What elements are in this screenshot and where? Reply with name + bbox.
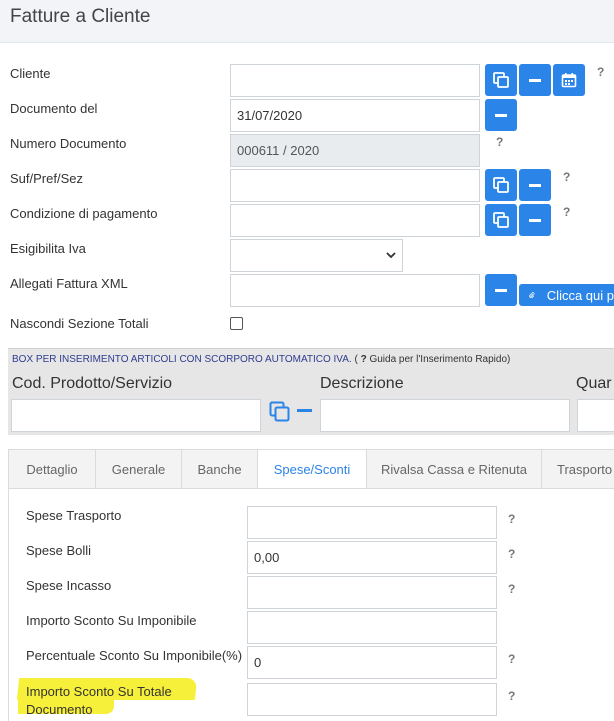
tab-banche[interactable]: Banche	[181, 449, 257, 489]
cliente-remove-button[interactable]	[519, 64, 551, 96]
percentuale-sconto-imponibile-input[interactable]: 0	[247, 646, 497, 679]
condizione-pagamento-label: Condizione di pagamento	[10, 206, 158, 221]
copy-icon	[493, 72, 509, 88]
condizione-pagamento-help-icon[interactable]: ?	[563, 205, 570, 219]
minus-icon	[529, 78, 541, 82]
tab-generale[interactable]: Generale	[95, 449, 181, 489]
spese-trasporto-input[interactable]	[247, 506, 497, 539]
spese-bolli-label: Spese Bolli	[26, 543, 92, 558]
condizione-pagamento-remove-button[interactable]	[519, 204, 551, 236]
tab-trasporto[interactable]: Trasporto	[541, 449, 614, 489]
suf-pref-sez-help-icon[interactable]: ?	[563, 170, 570, 184]
minus-icon	[529, 183, 541, 187]
importo-sconto-imponibile-input[interactable]	[247, 611, 497, 644]
allegati-xml-input[interactable]	[230, 274, 480, 307]
esigibilita-iva-select[interactable]	[230, 239, 403, 272]
quick-entry-box: BOX PER INSERIMENTO ARTICOLI CON SCORPOR…	[8, 348, 614, 435]
documento-del-remove-button[interactable]	[485, 99, 517, 131]
importo-sconto-totale-help-icon[interactable]: ?	[508, 689, 515, 703]
allegati-xml-remove-button[interactable]	[485, 274, 517, 306]
copy-icon	[493, 177, 509, 193]
spese-incasso-label: Spese Incasso	[26, 578, 112, 593]
documento-del-input[interactable]: 31/07/2020	[230, 99, 480, 132]
quick-entry-title-text: BOX PER INSERIMENTO ARTICOLI CON SCORPOR…	[12, 354, 352, 365]
allegati-xml-upload-label: Clicca qui p	[546, 287, 614, 303]
minus-icon	[495, 113, 507, 117]
page-header: Fatture a Cliente	[0, 0, 614, 43]
spese-trasporto-label: Spese Trasporto	[26, 508, 122, 523]
percentuale-sconto-help-icon[interactable]: ?	[508, 652, 515, 666]
spese-incasso-input[interactable]	[247, 576, 497, 609]
cliente-calendar-button[interactable]	[553, 64, 585, 96]
condizione-pagamento-input[interactable]	[230, 204, 480, 237]
importo-sconto-totale-label-line1: Importo Sconto Su Totale	[26, 684, 172, 699]
suf-pref-sez-input[interactable]	[230, 169, 480, 202]
numero-documento-input: 000611 / 2020	[230, 134, 480, 167]
suf-pref-sez-label: Suf/Pref/Sez	[10, 171, 83, 186]
col-quantita-label: Quar	[576, 375, 612, 392]
nascondi-totali-label: Nascondi Sezione Totali	[10, 316, 149, 331]
copy-icon[interactable]	[269, 401, 291, 423]
suf-pref-sez-copy-button[interactable]	[485, 169, 517, 201]
page-title: Fatture a Cliente	[10, 6, 151, 27]
spese-incasso-help-icon[interactable]: ?	[508, 582, 515, 596]
quick-entry-hint-mark: ?	[357, 354, 367, 365]
spese-trasporto-help-icon[interactable]: ?	[508, 512, 515, 526]
tab-spese-sconti[interactable]: Spese/Sconti	[257, 449, 366, 489]
documento-del-label: Documento del	[10, 101, 98, 116]
cliente-label: Cliente	[10, 66, 51, 81]
importo-sconto-totale-label-line2: Documento	[26, 702, 93, 717]
condizione-pagamento-copy-button[interactable]	[485, 204, 517, 236]
numero-documento-label: Numero Documento	[10, 136, 127, 151]
suf-pref-sez-remove-button[interactable]	[519, 169, 551, 201]
percentuale-sconto-imponibile-label: Percentuale Sconto Su Imponibile(%)	[26, 648, 243, 663]
minus-icon	[495, 288, 507, 292]
quick-entry-title: BOX PER INSERIMENTO ARTICOLI CON SCORPOR…	[12, 354, 510, 365]
quantita-input[interactable]	[577, 399, 614, 432]
allegati-xml-upload-button[interactable]: Clicca qui p	[519, 284, 614, 306]
tab-rivalsa-cassa-ritenuta[interactable]: Rivalsa Cassa e Ritenuta	[366, 449, 541, 489]
allegati-xml-label: Allegati Fattura XML	[10, 276, 128, 291]
descrizione-input[interactable]	[320, 399, 570, 432]
paperclip-icon	[529, 292, 535, 299]
tab-dettaglio[interactable]: Dettaglio	[8, 449, 95, 489]
cliente-copy-button[interactable]	[485, 64, 517, 96]
col-codice-label: Cod. Prodotto/Servizio	[12, 375, 173, 392]
codice-prodotto-input[interactable]	[11, 399, 261, 432]
tab-bar: Dettaglio Generale Banche Spese/Sconti R…	[8, 449, 614, 489]
importo-sconto-imponibile-label: Importo Sconto Su Imponibile	[26, 613, 197, 628]
esigibilita-iva-label: Esigibilita Iva	[10, 241, 86, 256]
numero-documento-help-icon[interactable]: ?	[496, 135, 503, 149]
spese-bolli-input[interactable]: 0,00	[247, 541, 497, 574]
spese-bolli-help-icon[interactable]: ?	[508, 547, 515, 561]
importo-sconto-totale-input[interactable]	[247, 683, 497, 716]
minus-icon[interactable]	[297, 409, 312, 412]
copy-icon	[493, 212, 509, 228]
cliente-input[interactable]	[230, 64, 480, 97]
quick-entry-hint-link[interactable]: Guida per l'Inserimento Rapido)	[367, 354, 510, 365]
chevron-down-icon	[386, 252, 396, 259]
nascondi-totali-checkbox[interactable]	[230, 317, 243, 330]
importo-sconto-totale-label: Importo Sconto Su Totale Documento	[26, 683, 172, 719]
minus-icon	[529, 218, 541, 222]
col-descrizione-label: Descrizione	[320, 375, 404, 392]
cliente-help-icon[interactable]: ?	[597, 65, 604, 79]
calendar-icon	[561, 73, 577, 88]
